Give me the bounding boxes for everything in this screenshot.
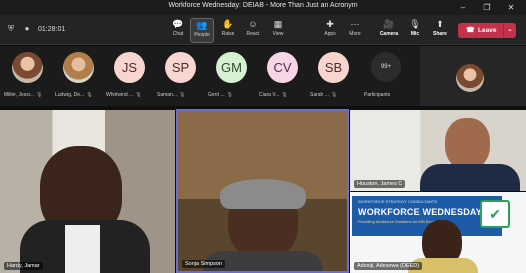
participant-name: Whirlwind ... [106, 92, 134, 98]
share-icon: ⬆ [436, 19, 444, 29]
avatar [456, 64, 484, 92]
participants-label: Participants [364, 92, 391, 98]
more-icon: ⋯ [350, 19, 360, 29]
participant-tile[interactable]: CV Ciara V... 🎙 [259, 52, 307, 104]
meeting-status: ⛨ ● 01:28:01 [6, 24, 65, 34]
avatar: JS [114, 52, 145, 83]
chat-icon: 💬 [172, 19, 184, 29]
mic-off-icon: 🎙 [281, 92, 288, 98]
avatar [12, 52, 43, 83]
react-button[interactable]: ☺ React [241, 18, 265, 43]
participant-tile[interactable]: SP Saman... 🎙 [157, 52, 205, 104]
video-tile[interactable]: Houston, James C [350, 110, 526, 191]
shield-icon: ⛨ [8, 24, 14, 33]
close-button[interactable]: ✕ [500, 1, 522, 14]
minimize-button[interactable]: – [452, 1, 474, 14]
maximize-button[interactable]: ❐ [476, 1, 498, 14]
participant-name: Ciara V... [259, 92, 280, 98]
video-tile[interactable]: Hardy, Jamar [0, 110, 175, 273]
participant-tile[interactable]: SB Sarah ... 🎙 [310, 52, 358, 104]
meeting-toolbar: ⛨ ● 01:28:01 💬 Chat 👥 People ✋ Raise ☺ R… [0, 15, 526, 45]
mic-off-icon: 🎙 [226, 92, 234, 98]
self-view [420, 46, 526, 106]
avatar: CV [267, 52, 298, 83]
leave-button[interactable]: ☎ Leave ⌄ [458, 23, 516, 38]
camera-icon: 🎥 [383, 19, 395, 29]
participant-name: Sarah ... [310, 92, 329, 98]
checkmark-badge-icon: ✔ [480, 200, 510, 228]
participant-video [445, 118, 490, 170]
apps-icon: ✚ [326, 19, 334, 29]
people-icon: 👥 [196, 20, 208, 30]
mic-button[interactable]: 🎙 Mic [403, 18, 427, 43]
camera-button[interactable]: 🎥 Camera [377, 18, 401, 43]
participant-tile[interactable]: Miller, Jessi... 🎙 [4, 52, 52, 104]
participant-name: Miller, Jessi... [4, 92, 35, 98]
view-icon: ▦ [273, 19, 283, 29]
participant-name: Sonja Simpson [182, 260, 225, 268]
phone-hangup-icon: ☎ [466, 27, 475, 34]
chat-button[interactable]: 💬 Chat [166, 18, 190, 43]
people-button[interactable]: 👥 People [190, 18, 214, 43]
raise-hand-icon: ✋ [222, 19, 234, 29]
avatar: SB [318, 52, 349, 83]
participant-tile[interactable]: JS Whirlwind ... 🎙 [106, 52, 154, 104]
window-title: Workforce Wednesday: DEIAB - More Than J… [168, 2, 358, 9]
participant-name: Adesiji, Adesewa (DEED) [354, 262, 423, 270]
react-icon: ☺ [248, 19, 258, 29]
participant-tile[interactable]: Ludwig, De... 🎙 [55, 52, 103, 104]
mic-off-icon: 🎙 [135, 92, 142, 98]
video-tile-active-speaker[interactable]: Sonja Simpson [176, 109, 349, 273]
mic-off-icon: 🎙 [179, 92, 186, 98]
meeting-timer: 01:28:01 [38, 25, 66, 33]
chevron-down-icon[interactable]: ⌄ [503, 23, 516, 38]
title-bar: Workforce Wednesday: DEIAB - More Than J… [0, 0, 526, 15]
avatar [63, 52, 94, 83]
participant-name: Saman... [157, 92, 178, 98]
mic-off-icon: 🎙 [86, 92, 93, 98]
avatar: SP [165, 52, 196, 83]
view-button[interactable]: ▦ View [266, 18, 290, 43]
avatar: GM [216, 52, 247, 83]
participant-tile[interactable]: GM Gerri ... 🎙 [208, 52, 256, 104]
mic-off-icon: 🎙 [36, 92, 43, 98]
mic-off-icon: 🎙 [409, 19, 421, 29]
participant-name: Houston, James C [354, 180, 406, 188]
more-button[interactable]: ⋯ More [343, 18, 367, 43]
apps-button[interactable]: ✚ Apps [318, 18, 342, 43]
share-button[interactable]: ⬆ Share [428, 18, 452, 43]
raise-hand-button[interactable]: ✋ Raise [216, 18, 240, 43]
participant-name: Ludwig, De... [55, 92, 85, 98]
video-tile[interactable]: WORKFORCE STRATEGY CONSULTANTS WORKFORCE… [350, 192, 526, 273]
participant-name: Hardy, Jamar [4, 262, 43, 270]
participants-overflow-button[interactable]: 99+ [371, 52, 401, 82]
mic-off-icon: 🎙 [330, 92, 338, 98]
participant-strip: Miller, Jessi... 🎙 Ludwig, De... 🎙 JS Whir… [0, 46, 526, 106]
record-icon: ● [24, 24, 30, 33]
participant-name: Gerri ... [208, 92, 225, 98]
